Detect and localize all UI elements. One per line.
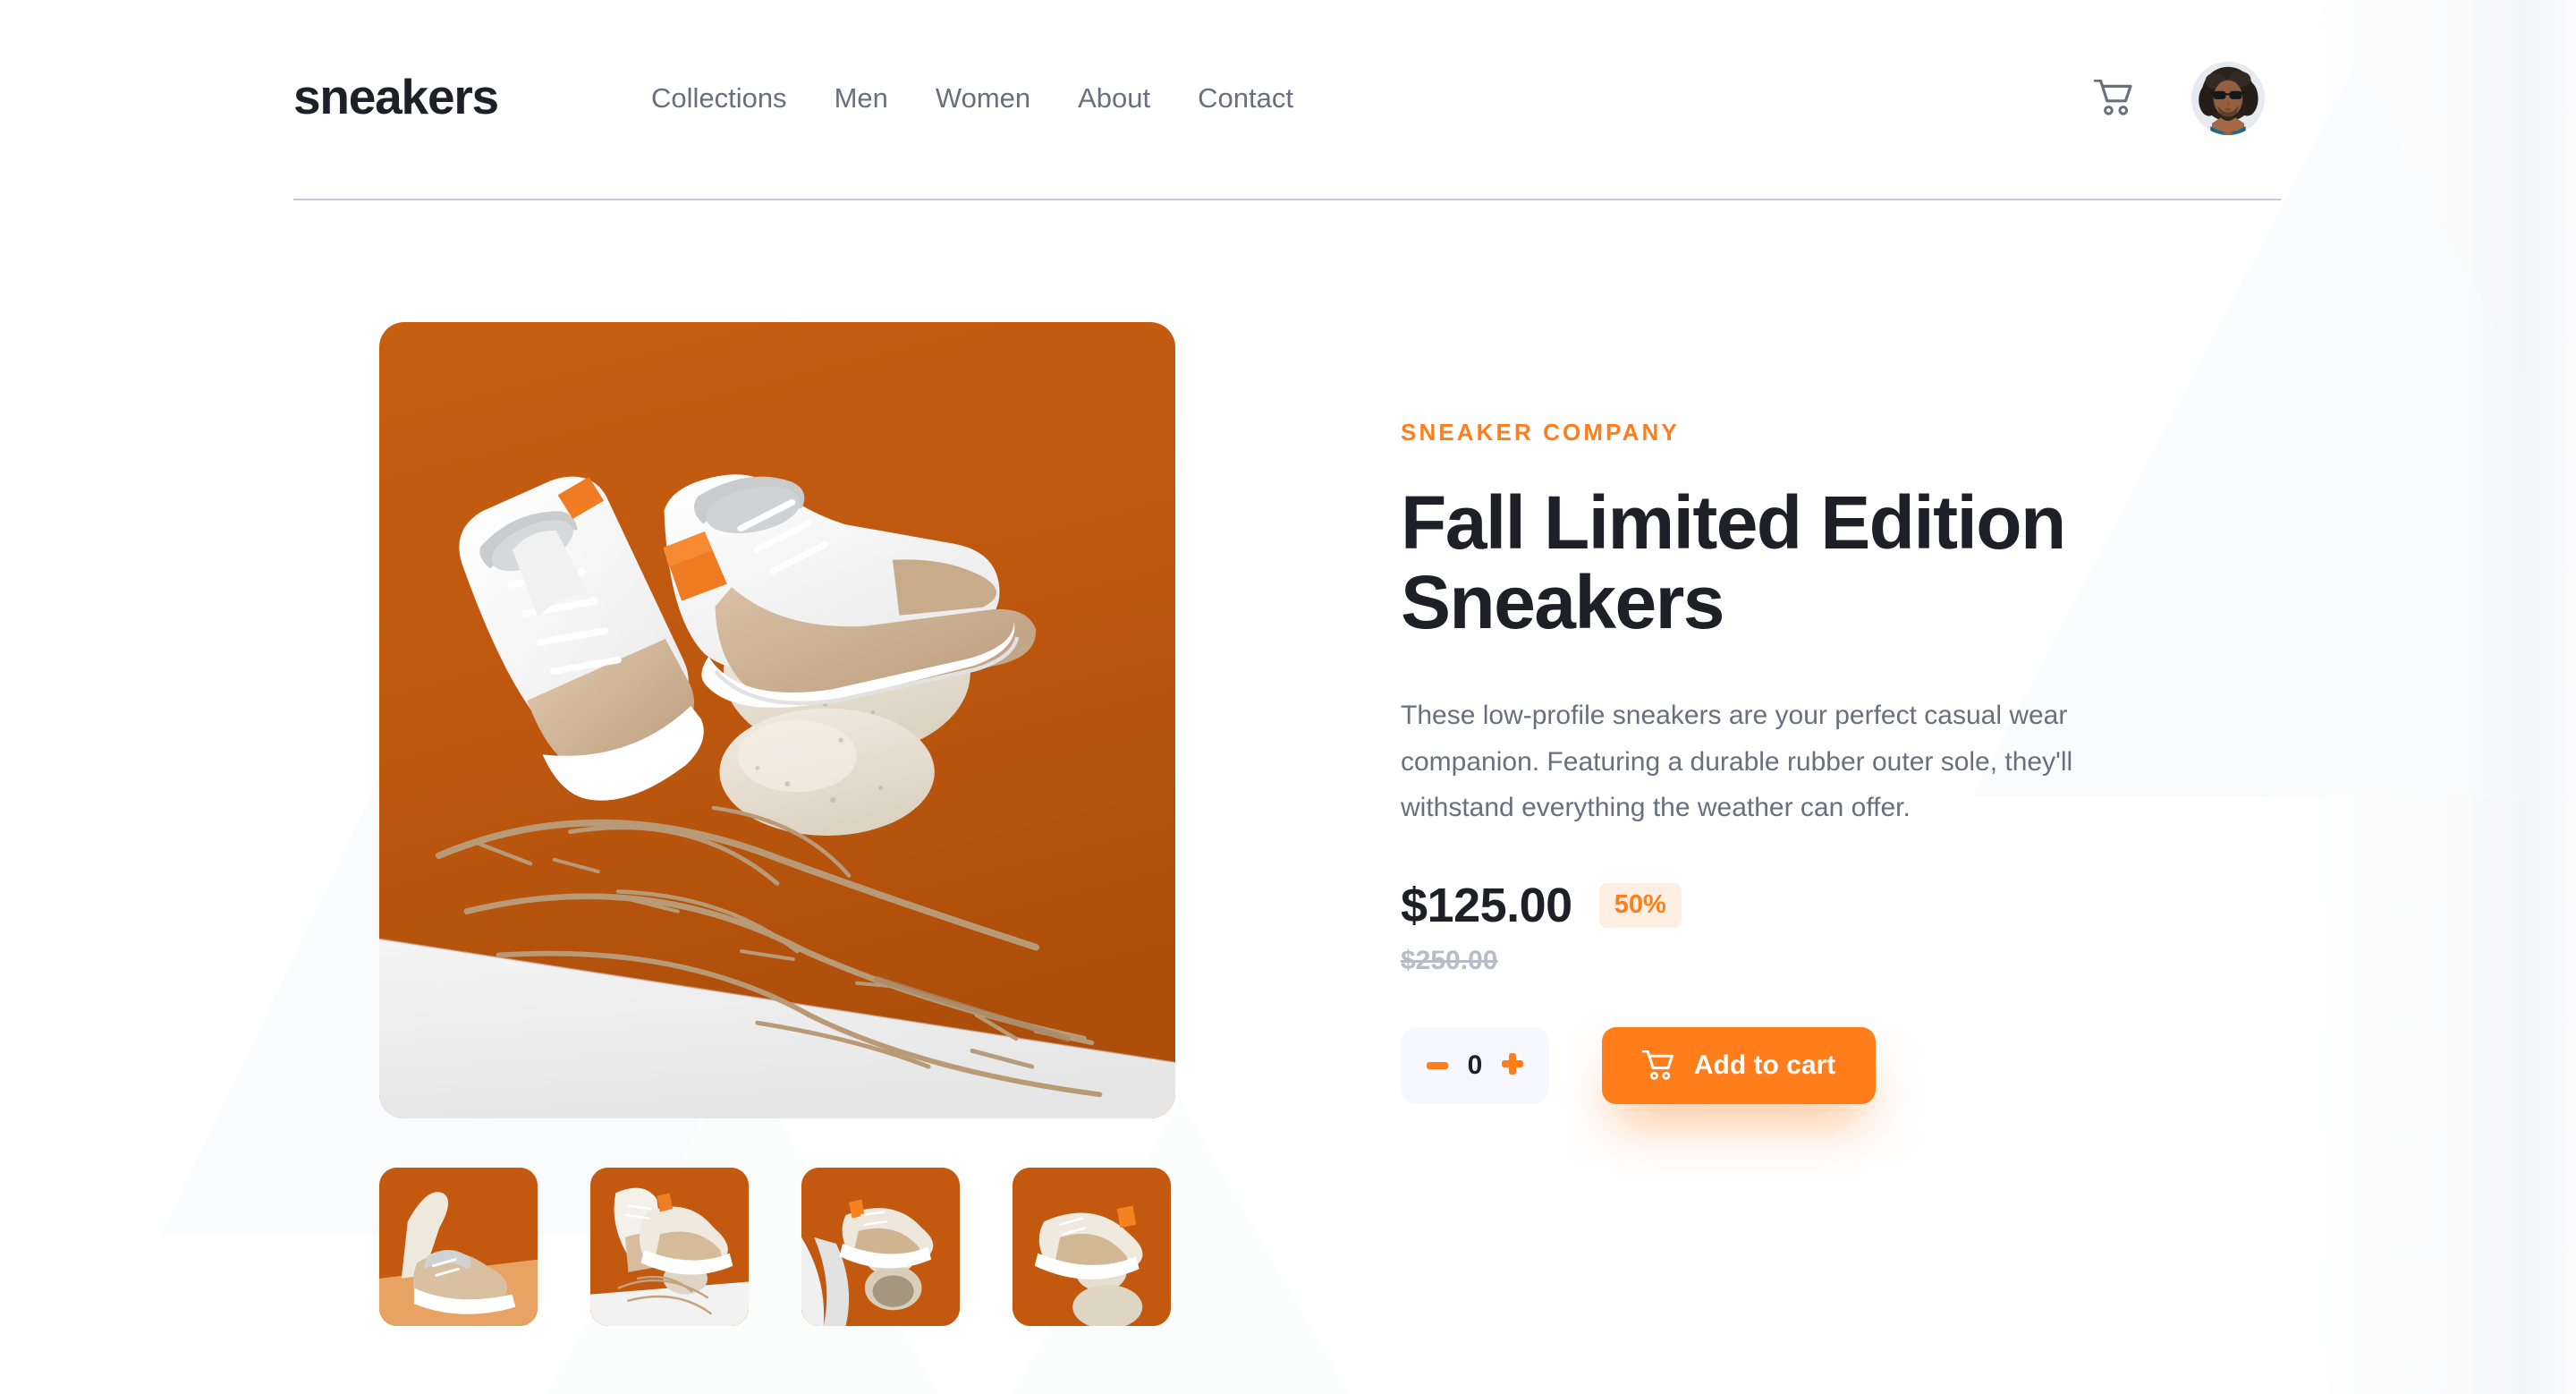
current-price: $125.00 xyxy=(1401,878,1572,932)
shopping-cart-icon xyxy=(1641,1050,1674,1081)
main-content: Sneaker Company Fall Limited Edition Sne… xyxy=(0,0,2576,1394)
plus-icon xyxy=(1502,1053,1523,1077)
add-to-cart-button[interactable]: Add to cart xyxy=(1602,1026,1876,1104)
product-main-image[interactable] xyxy=(379,322,1175,1118)
thumbnail-3[interactable] xyxy=(801,1168,960,1326)
thumbnail-list xyxy=(379,1168,1175,1326)
quantity-stepper: 0 xyxy=(1401,1026,1549,1104)
add-to-cart-label: Add to cart xyxy=(1693,1050,1836,1080)
thumbnail-2[interactable] xyxy=(590,1168,749,1326)
decrease-quantity-button[interactable] xyxy=(1424,1052,1451,1079)
product-description: These low-profile sneakers are your perf… xyxy=(1401,701,2073,823)
original-price: $250.00 xyxy=(1401,945,1498,975)
minus-icon xyxy=(1427,1058,1448,1072)
product-page: sneakers Collections Men Women About Con… xyxy=(0,0,2576,1394)
thumbnail-4[interactable] xyxy=(1013,1168,1171,1326)
purchase-actions: 0 Add to cart xyxy=(1401,1026,2206,1104)
product-gallery xyxy=(379,322,1175,1326)
product-info: Sneaker Company Fall Limited Edition Sne… xyxy=(1401,421,2206,1104)
price-row: $125.00 50% xyxy=(1401,878,2206,933)
product-company: Sneaker Company xyxy=(1401,419,1680,446)
discount-badge: 50% xyxy=(1598,883,1682,928)
increase-quantity-button[interactable] xyxy=(1499,1052,1526,1079)
thumbnail-1[interactable] xyxy=(379,1168,538,1326)
quantity-value: 0 xyxy=(1467,1050,1483,1080)
product-title: Fall Limited Edition Sneakers xyxy=(1401,480,2066,645)
